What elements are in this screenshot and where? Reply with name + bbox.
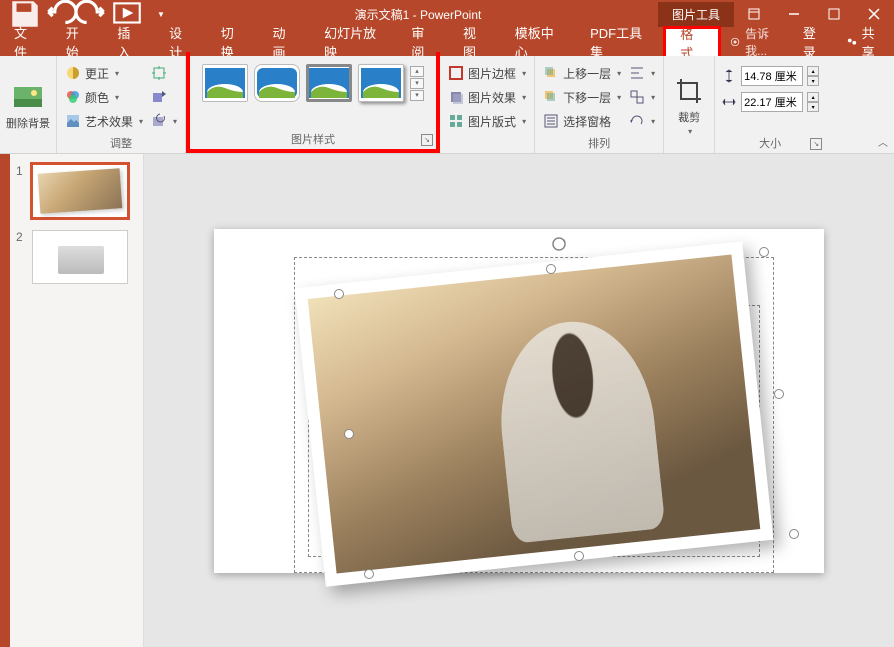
chevron-down-icon: ▾ (115, 93, 119, 102)
height-spin-down[interactable]: ▾ (807, 76, 819, 86)
ribbon: 删除背景 更正▾ 颜色▾ 艺术效果▾ ▾ 调整 (0, 56, 894, 154)
corrections-button[interactable]: 更正▾ (63, 62, 145, 84)
bring-forward-button[interactable]: 上移一层▾ (541, 62, 623, 84)
dialog-launcher-size[interactable]: ↘ (810, 138, 822, 150)
chevron-down-icon: ▾ (617, 69, 621, 78)
chevron-down-icon: ▾ (173, 117, 177, 126)
resize-handle[interactable] (546, 264, 556, 274)
menu-bar: 文件 开始 插入 设计 切换 动画 幻灯片放映 审阅 视图 模板中心 PDF工具… (0, 28, 894, 56)
chevron-down-icon: ▾ (688, 127, 692, 136)
group-picture-styles: ▴ ▾ ▾ 图片样式 ↘ (186, 52, 440, 153)
menu-home[interactable]: 开始 (52, 28, 104, 56)
send-backward-button[interactable]: 下移一层▾ (541, 86, 623, 108)
picture-effects-button[interactable]: 图片效果▾ (446, 86, 528, 108)
group-adjust: 更正▾ 颜色▾ 艺术效果▾ ▾ 调整 (57, 56, 186, 153)
group-label-styles: 图片样式 (196, 130, 430, 147)
chevron-down-icon: ▾ (651, 117, 655, 126)
rotate-handle-icon[interactable] (550, 235, 568, 253)
thumb-preview-2 (32, 230, 128, 284)
slide-thumbnail-panel: 1 2 (10, 154, 144, 647)
group-label-size: 大小 (721, 134, 819, 151)
login-button[interactable]: 登录 (793, 28, 836, 56)
menu-template[interactable]: 模板中心 (501, 28, 576, 56)
chevron-down-icon: ▾ (617, 93, 621, 102)
inserted-picture[interactable] (295, 241, 774, 586)
group-crop: 裁剪 ▾ (664, 56, 715, 153)
dialog-launcher-styles[interactable]: ↘ (421, 134, 433, 146)
style-preset-3[interactable] (306, 64, 352, 102)
workspace: 1 2 (0, 154, 894, 647)
menu-format[interactable]: 格式 (663, 26, 721, 56)
align-button[interactable]: ▾ (627, 62, 657, 84)
group-remove-bg: 删除背景 (0, 56, 57, 153)
tell-me-search[interactable]: 告诉我... (721, 25, 793, 59)
reset-picture-button[interactable]: ▾ (149, 110, 179, 132)
collapse-ribbon-button[interactable]: ︿ (878, 134, 888, 149)
gallery-scroll-down[interactable]: ▾ (410, 78, 424, 89)
gallery-scroll-up[interactable]: ▴ (410, 66, 424, 77)
gallery-more[interactable]: ▾ (410, 90, 424, 101)
group-button[interactable]: ▾ (627, 86, 657, 108)
width-input-row: ▴▾ (721, 92, 819, 112)
resize-handle[interactable] (759, 247, 769, 257)
ribbon-options-button[interactable] (734, 0, 774, 28)
style-preset-4[interactable] (358, 64, 404, 102)
width-icon (721, 94, 737, 110)
slide-thumbnail-1[interactable]: 1 (16, 164, 137, 218)
share-button[interactable]: 共享 (836, 28, 894, 56)
artistic-effects-button[interactable]: 艺术效果▾ (63, 110, 145, 132)
resize-handle[interactable] (334, 289, 344, 299)
color-button[interactable]: 颜色▾ (63, 86, 145, 108)
style-preset-1[interactable] (202, 64, 248, 102)
left-accent-strip (0, 154, 10, 647)
group-picture-format: 图片边框▾ 图片效果▾ 图片版式▾ (440, 56, 535, 153)
chevron-down-icon: ▾ (651, 93, 655, 102)
thumb-preview-1 (32, 164, 128, 218)
tell-me-label: 告诉我... (745, 25, 785, 59)
picture-content (308, 254, 761, 573)
gallery-scroll: ▴ ▾ ▾ (410, 66, 424, 101)
group-size: ▴▾ ▴▾ 大小 ↘ (715, 56, 825, 153)
slide-thumbnail-2[interactable]: 2 (16, 230, 137, 284)
width-spin-up[interactable]: ▴ (807, 92, 819, 102)
chevron-down-icon: ▾ (522, 69, 526, 78)
compress-pictures-button[interactable] (149, 62, 179, 84)
resize-handle[interactable] (344, 429, 354, 439)
width-input[interactable] (741, 92, 803, 112)
rotate-button[interactable]: ▾ (627, 110, 657, 132)
menu-file[interactable]: 文件 (0, 28, 52, 56)
height-spin-up[interactable]: ▴ (807, 66, 819, 76)
chevron-down-icon: ▾ (651, 69, 655, 78)
width-spin-down[interactable]: ▾ (807, 102, 819, 112)
resize-handle[interactable] (774, 389, 784, 399)
chevron-down-icon: ▾ (522, 117, 526, 126)
chevron-down-icon: ▾ (115, 69, 119, 78)
chevron-down-icon: ▾ (139, 117, 143, 126)
style-preset-2[interactable] (254, 64, 300, 102)
slide-canvas-area[interactable] (144, 154, 894, 647)
change-picture-button[interactable] (149, 86, 179, 108)
remove-background-button[interactable]: 删除背景 (6, 60, 50, 151)
picture-style-gallery: ▴ ▾ ▾ (196, 60, 430, 106)
selection-pane-button[interactable]: 选择窗格 (541, 110, 623, 132)
height-input[interactable] (741, 66, 803, 86)
height-icon (721, 68, 737, 84)
picture-layout-button[interactable]: 图片版式▾ (446, 110, 528, 132)
window-title: 演示文稿1 - PowerPoint (178, 6, 658, 23)
menu-insert[interactable]: 插入 (103, 28, 155, 56)
menu-view[interactable]: 视图 (449, 28, 501, 56)
resize-handle[interactable] (789, 529, 799, 539)
slide (214, 229, 824, 573)
chevron-down-icon: ▾ (522, 93, 526, 102)
resize-handle[interactable] (574, 551, 584, 561)
menu-pdf[interactable]: PDF工具集 (576, 28, 663, 56)
crop-button[interactable]: 裁剪 ▾ (670, 60, 708, 151)
resize-handle[interactable] (364, 569, 374, 579)
group-label-arrange: 排列 (541, 134, 657, 151)
group-arrange: 上移一层▾ 下移一层▾ 选择窗格 ▾ ▾ ▾ 排列 (535, 56, 664, 153)
picture-border-button[interactable]: 图片边框▾ (446, 62, 528, 84)
height-input-row: ▴▾ (721, 66, 819, 86)
group-label-adjust: 调整 (63, 134, 179, 151)
